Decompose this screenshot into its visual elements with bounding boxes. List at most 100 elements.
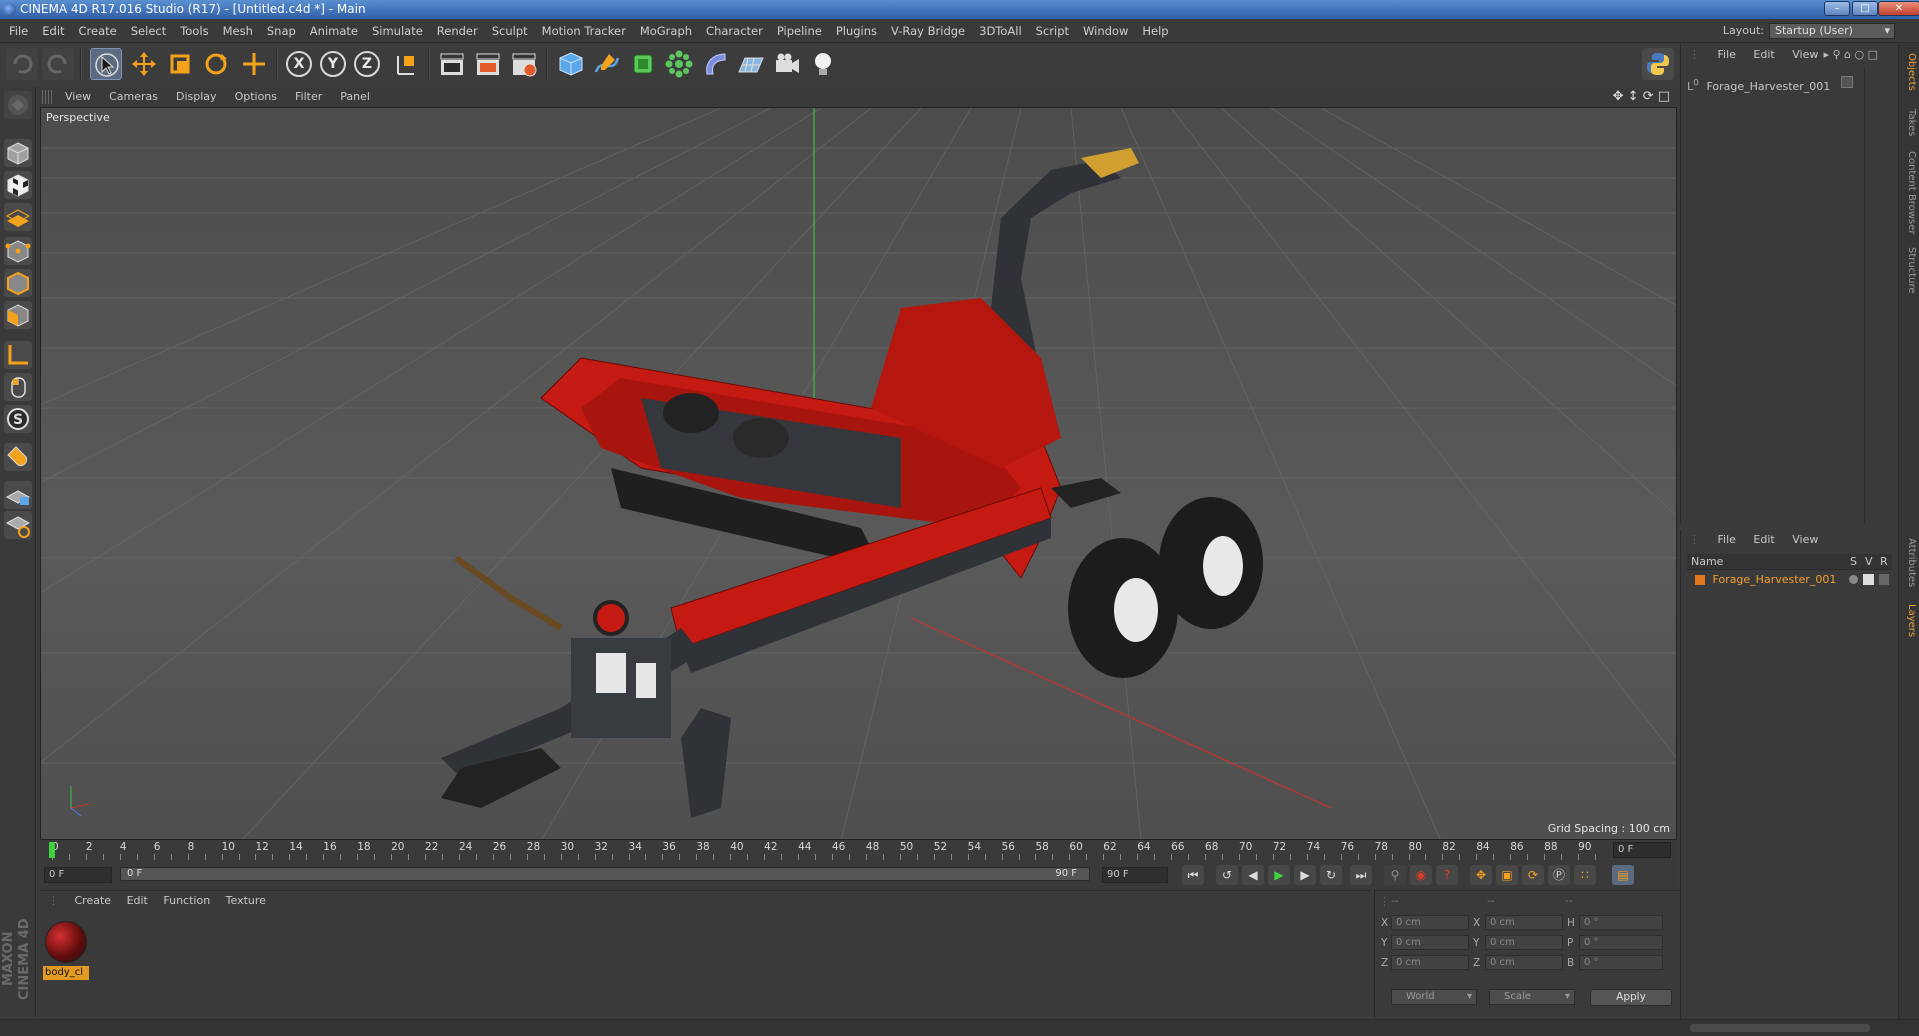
rot-b-field[interactable]: 0 ° — [1579, 955, 1663, 970]
close-button[interactable]: ✕ — [1878, 1, 1919, 16]
size-mode-select[interactable]: Scale ▾ — [1489, 989, 1575, 1005]
menu-mesh[interactable]: Mesh — [216, 19, 260, 43]
tweak-mode-button[interactable] — [4, 373, 32, 401]
playhead-marker[interactable] — [49, 842, 55, 858]
scale-tool-button[interactable] — [164, 48, 196, 80]
size-z-field[interactable]: 0 cm — [1485, 955, 1563, 970]
layer-menu-view[interactable]: View — [1792, 533, 1818, 546]
x-axis-lock-button[interactable]: X — [286, 51, 312, 77]
texture-mode-button[interactable] — [4, 171, 32, 199]
object-manager-tools-icons[interactable]: ▸ ⚲ ⌂ ○ □ — [1823, 43, 1878, 67]
material-menu-create[interactable]: Create — [75, 894, 112, 907]
tab-structure[interactable]: Structure — [1901, 243, 1917, 298]
layer-menu-edit[interactable]: Edit — [1753, 533, 1774, 546]
tab-content-browser[interactable]: Content Browser — [1901, 148, 1917, 238]
tab-objects[interactable]: Objects — [1901, 47, 1917, 97]
menu-animate[interactable]: Animate — [303, 19, 365, 43]
material-name-label[interactable]: body_cl — [43, 966, 89, 980]
z-axis-lock-button[interactable]: Z — [354, 51, 380, 77]
size-y-field[interactable]: 0 cm — [1485, 935, 1563, 950]
object-menu-view[interactable]: View — [1792, 48, 1818, 61]
apply-button[interactable]: Apply — [1590, 989, 1672, 1006]
locked-workplane-button[interactable] — [4, 481, 32, 509]
coordinate-system-button[interactable] — [390, 48, 422, 80]
timeline-window-button[interactable]: ▤ — [1612, 865, 1634, 885]
maximize-button[interactable]: □ — [1852, 1, 1878, 16]
tab-layers[interactable]: Layers — [1901, 598, 1917, 643]
viewport-perspective[interactable]: Perspective Grid Spacing : 100 cm — [40, 107, 1677, 840]
preview-range-slider[interactable]: 0 F 90 F — [120, 867, 1090, 881]
planar-workplane-button[interactable] — [4, 511, 32, 539]
add-spline-button[interactable] — [591, 48, 623, 80]
make-editable-button[interactable] — [4, 91, 32, 119]
viewport-navigation-icons[interactable]: ✥ ↕ ⟳ □ — [1613, 89, 1670, 104]
size-x-field[interactable]: 0 cm — [1485, 915, 1563, 930]
viewport-menu-view[interactable]: View — [56, 87, 100, 107]
material-menu-texture[interactable]: Texture — [226, 894, 266, 907]
key-parameter-button[interactable]: Ⓟ — [1548, 865, 1570, 885]
status-scrollbar[interactable] — [1690, 1024, 1870, 1032]
menu-help[interactable]: Help — [1135, 19, 1175, 43]
polygons-mode-button[interactable] — [4, 301, 32, 329]
model-mode-button[interactable] — [4, 139, 32, 167]
add-camera-button[interactable] — [771, 48, 803, 80]
go-to-start-button[interactable]: ⏮ — [1182, 865, 1204, 885]
menu-character[interactable]: Character — [699, 19, 770, 43]
menu-render[interactable]: Render — [430, 19, 485, 43]
material-menu-function[interactable]: Function — [163, 894, 210, 907]
magnet-tool-button[interactable] — [4, 443, 32, 471]
menu-plugins[interactable]: Plugins — [829, 19, 884, 43]
end-frame-field[interactable]: 90 F — [1102, 867, 1168, 883]
render-to-picture-viewer-button[interactable] — [472, 48, 504, 80]
axis-mode-button[interactable] — [4, 341, 32, 369]
coordinate-mode-select[interactable]: World ▾ — [1391, 989, 1477, 1005]
tab-takes[interactable]: Takes — [1901, 103, 1917, 143]
autokey-button[interactable]: ◉ — [1410, 865, 1432, 885]
menu-window[interactable]: Window — [1076, 19, 1135, 43]
python-script-button[interactable] — [1642, 48, 1674, 80]
viewport-menu-panel[interactable]: Panel — [331, 87, 379, 107]
record-keys-button[interactable]: ⚲ — [1384, 865, 1406, 885]
key-pla-button[interactable]: ∷ — [1574, 865, 1596, 885]
material-preview-body[interactable] — [45, 921, 87, 963]
tab-attributes[interactable]: Attributes — [1901, 533, 1917, 593]
object-menu-file[interactable]: File — [1718, 48, 1736, 61]
menu-snap[interactable]: Snap — [260, 19, 303, 43]
workplane-mode-button[interactable] — [4, 203, 32, 231]
previous-frame-button[interactable]: ◀ — [1242, 865, 1264, 885]
previous-key-button[interactable]: ↺ — [1216, 865, 1238, 885]
menu-vray-bridge[interactable]: V-Ray Bridge — [884, 19, 972, 43]
solo-toggle-icon[interactable] — [1849, 575, 1858, 584]
next-frame-button[interactable]: ▶ — [1294, 865, 1316, 885]
viewport-menu-display[interactable]: Display — [167, 87, 226, 107]
rotate-tool-button[interactable] — [200, 48, 232, 80]
menu-script[interactable]: Script — [1029, 19, 1076, 43]
layer-tag-icon[interactable] — [1841, 76, 1853, 88]
keyframe-selection-button[interactable]: ? — [1436, 865, 1458, 885]
menu-create[interactable]: Create — [72, 19, 124, 43]
rot-p-field[interactable]: 0 ° — [1579, 935, 1663, 950]
add-array-button[interactable] — [663, 48, 695, 80]
snapping-button[interactable]: S — [4, 405, 32, 433]
next-key-button[interactable]: ↻ — [1320, 865, 1342, 885]
layer-color-swatch[interactable] — [1695, 575, 1705, 585]
add-deformer-button[interactable] — [699, 48, 731, 80]
menu-3dtoall[interactable]: 3DToAll — [972, 19, 1029, 43]
layout-select[interactable]: Startup (User) ▾ — [1769, 23, 1895, 39]
key-rotation-button[interactable]: ⟳ — [1522, 865, 1544, 885]
menu-motion-tracker[interactable]: Motion Tracker — [535, 19, 633, 43]
menu-pipeline[interactable]: Pipeline — [770, 19, 829, 43]
render-settings-button[interactable] — [508, 48, 540, 80]
material-menu-edit[interactable]: Edit — [127, 894, 148, 907]
menu-sculpt[interactable]: Sculpt — [485, 19, 535, 43]
key-scale-button[interactable]: ▣ — [1496, 865, 1518, 885]
play-button[interactable]: ▶ — [1268, 865, 1290, 885]
y-axis-lock-button[interactable]: Y — [320, 51, 346, 77]
add-generator-button[interactable] — [627, 48, 659, 80]
recent-tools-button[interactable] — [238, 48, 270, 80]
viewport-menu-cameras[interactable]: Cameras — [100, 87, 167, 107]
layer-menu-file[interactable]: File — [1718, 533, 1736, 546]
timeline-ruler[interactable]: 0 2 4 6 8 10 12 14 16 18 20 22 24 26 28 30 32 34 36 38 40 42 4… — [40, 840, 1677, 862]
pos-z-field[interactable]: 0 cm — [1391, 955, 1469, 970]
undo-button[interactable] — [6, 48, 38, 80]
